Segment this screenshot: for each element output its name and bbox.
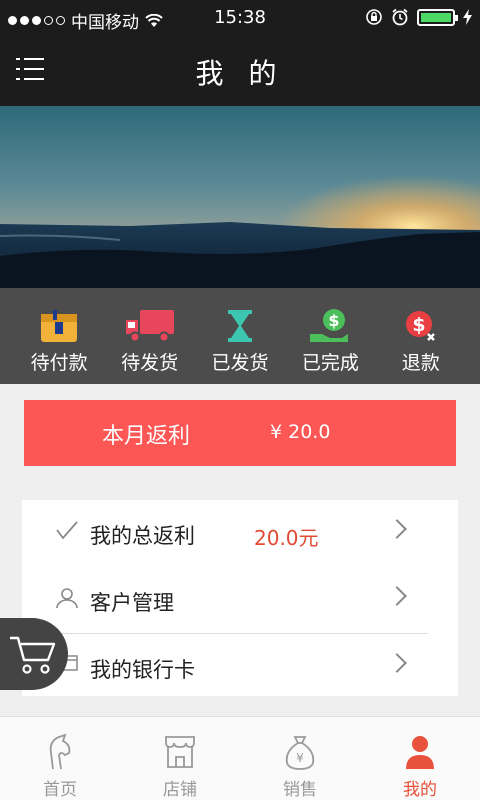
rebate-amount: ¥ 20.0 (270, 421, 331, 443)
tab-shop[interactable]: 店铺 (120, 717, 240, 800)
battery-icon (417, 8, 458, 26)
tab-bar: 首页 店铺 ¥ 销售 我的 (0, 716, 480, 800)
money-hand-icon: $ (310, 309, 349, 342)
banner-image (0, 106, 480, 288)
total-rebate-value: 20.0元 (254, 526, 319, 550)
order-completed[interactable]: $ 已完成 (288, 288, 372, 384)
status-bar: 中国移动 15:38 (0, 0, 480, 36)
order-label: 已完成 (301, 352, 359, 374)
svg-text:$: $ (329, 311, 340, 330)
top-bar: 中国移动 15:38 我 的 (0, 0, 480, 106)
shop-icon (165, 736, 195, 768)
order-shipped[interactable]: 已发货 (198, 288, 282, 384)
order-pending-payment[interactable]: 待付款 (17, 288, 101, 384)
chevron-right-icon (387, 586, 407, 606)
list-item-customer-management[interactable]: 客户管理 (22, 567, 458, 633)
rotation-lock-icon (366, 9, 382, 25)
svg-text:¥: ¥ (296, 751, 304, 765)
menu-list: 我的总返利 20.0元 客户管理 我的银行卡 (22, 500, 458, 696)
rebate-label: 本月返利 (102, 424, 191, 449)
money-bag-icon: ¥ (285, 736, 315, 770)
hourglass-icon (227, 310, 252, 342)
list-item-label: 我的银行卡 (90, 658, 195, 682)
cart-icon (10, 636, 56, 674)
order-pending-shipment[interactable]: 待发货 (108, 288, 192, 384)
list-item-total-rebate[interactable]: 我的总返利 20.0元 (22, 500, 458, 566)
order-label: 待发货 (121, 352, 179, 374)
tab-profile[interactable]: 我的 (360, 717, 480, 800)
truck-icon (125, 310, 174, 343)
tab-label: 我的 (403, 780, 437, 800)
user-icon (406, 736, 434, 769)
svg-text:$: $ (412, 314, 425, 336)
chevron-right-icon (387, 519, 407, 539)
order-label: 已发货 (211, 352, 269, 374)
charging-icon (463, 9, 472, 25)
horse-icon (49, 733, 71, 770)
cart-button[interactable] (0, 618, 68, 690)
alarm-icon (392, 8, 408, 26)
tab-label: 首页 (43, 780, 77, 800)
order-label: 退款 (401, 352, 440, 374)
order-label: 待付款 (30, 352, 88, 374)
monthly-rebate-card[interactable]: 本月返利 ¥ 20.0 (24, 400, 456, 466)
tab-home[interactable]: 首页 (0, 717, 120, 800)
order-status-bar: 待付款 待发货 已发货 $ 已完成 $ 退款 (0, 288, 480, 384)
refund-icon: $ (405, 311, 435, 341)
page-title: 我 的 (195, 57, 285, 90)
chevron-right-icon (387, 653, 407, 673)
list-item-label: 客户管理 (90, 591, 174, 615)
order-refund[interactable]: $ 退款 (379, 288, 463, 384)
wallet-icon (41, 310, 78, 342)
tab-sales[interactable]: ¥ 销售 (240, 717, 360, 800)
list-item-bank-card[interactable]: 我的银行卡 (22, 634, 458, 700)
tab-label: 销售 (283, 780, 317, 800)
list-item-label: 我的总返利 (90, 524, 195, 548)
tab-label: 店铺 (163, 780, 197, 800)
user-icon (56, 588, 78, 609)
check-icon (56, 521, 78, 540)
